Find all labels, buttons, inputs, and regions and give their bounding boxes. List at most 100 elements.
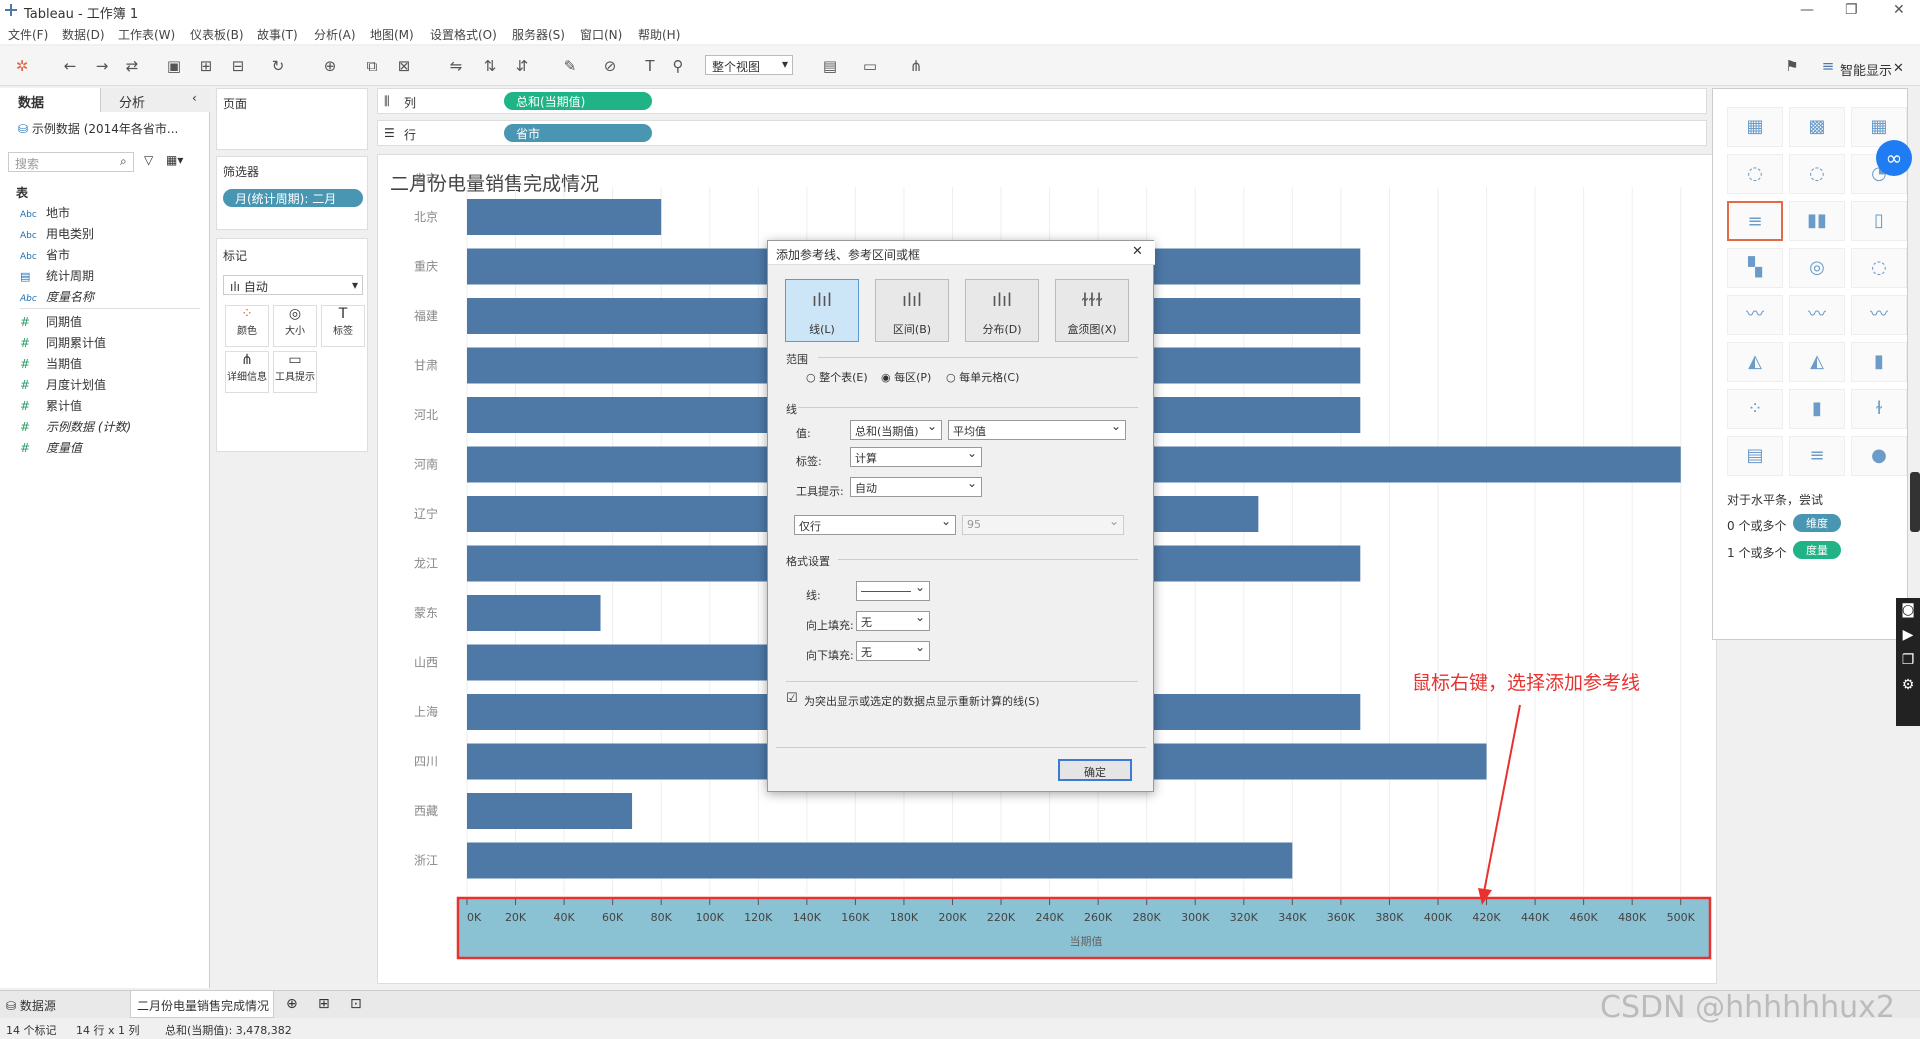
field-dim-province[interactable]: Abc 省市 [20, 246, 200, 267]
menu-help[interactable]: 帮助(H) [638, 26, 680, 43]
value-agg-select[interactable]: 平均值 [948, 419, 1126, 440]
datasource-item[interactable]: ⛁ 示例数据 (2014年各省市... [18, 120, 198, 137]
chart-type-thumbnail[interactable]: ◭ [1727, 342, 1783, 382]
group-icon[interactable]: ⊘ [600, 56, 620, 76]
type-line-button[interactable]: ılıl 线(L) [785, 279, 859, 342]
tooltip-icon[interactable]: ⚑ [1782, 56, 1802, 76]
swap-icon[interactable]: ⇋ [446, 56, 466, 76]
menu-story[interactable]: 故事(T) [257, 26, 298, 43]
chart-type-thumbnail[interactable]: ▮▮ [1789, 201, 1845, 241]
fill-below-select[interactable]: 无 [856, 640, 930, 661]
chart-type-thumbnail[interactable]: ▮ [1789, 389, 1845, 429]
menu-file[interactable]: 文件(F) [8, 26, 48, 43]
line-format-select[interactable] [856, 580, 930, 601]
ok-button[interactable]: 确定 [1058, 759, 1132, 781]
columns-shelf[interactable]: ⫼ 列 总和(当期值) [377, 88, 1707, 114]
field-dim-usage[interactable]: Abc 用电类别 [20, 225, 200, 246]
scope-cell-radio[interactable]: ○ 每单元格(C) [946, 369, 1019, 385]
show-cards-icon[interactable]: ▤ [820, 56, 840, 76]
chart-type-thumbnail[interactable]: ▮ [1851, 342, 1907, 382]
showme-label[interactable]: 智能显示 [1840, 60, 1892, 79]
chart-type-thumbnail[interactable]: ◭ [1789, 342, 1845, 382]
chart-type-thumbnail[interactable]: 〰 [1851, 295, 1907, 335]
replay-icon[interactable]: ⇄ [122, 56, 142, 76]
camera-icon[interactable]: ◙ [1896, 598, 1920, 623]
menu-analysis[interactable]: 分析(A) [314, 26, 356, 43]
duplicate-sheet-icon[interactable]: ⧉ [362, 56, 382, 76]
pin-icon[interactable]: ⚲ [668, 56, 688, 76]
label-button[interactable]: T 标签 [321, 305, 365, 347]
mark-type-select[interactable]: ılı 自动 ▾ [223, 275, 363, 295]
chart-type-thumbnail[interactable]: ◌ [1727, 154, 1783, 194]
save-icon[interactable]: ▣ [164, 56, 184, 76]
chart-type-thumbnail[interactable]: ≡ [1727, 201, 1783, 241]
floating-assistant-icon[interactable]: ∞ [1876, 140, 1912, 176]
value-field-select[interactable]: 总和(当期值) [850, 419, 942, 440]
chart-type-thumbnail[interactable]: ◌ [1851, 248, 1907, 288]
new-datasource-icon[interactable]: ⊞ [196, 56, 216, 76]
label-select[interactable]: 计算 [850, 446, 982, 467]
rows-pill[interactable]: 省市 [504, 124, 652, 142]
show-labels-icon[interactable]: T [640, 56, 660, 76]
chart-type-thumbnail[interactable]: 〰 [1727, 295, 1783, 335]
highlight-icon[interactable]: ✎ [560, 56, 580, 76]
new-sheet-icon[interactable]: ⊕ [320, 56, 340, 76]
chart-type-thumbnail[interactable]: ▦ [1727, 107, 1783, 147]
field-mea-count[interactable]: # 示例数据 (计数) [20, 418, 200, 439]
sort-asc-icon[interactable]: ⇅ [480, 56, 500, 76]
rows-shelf[interactable]: ☰ 行 省市 [377, 120, 1707, 146]
pause-icon[interactable]: ⊟ [228, 56, 248, 76]
chart-type-thumbnail[interactable]: ▤ [1727, 436, 1783, 476]
tab-data[interactable]: 数据 [0, 88, 100, 112]
filter-pill[interactable]: 月(统计周期): 二月 [223, 189, 363, 207]
showme-icon[interactable]: ≡ [1818, 56, 1838, 76]
sort-desc-icon[interactable]: ⇵ [512, 56, 532, 76]
menu-server[interactable]: 服务器(S) [512, 26, 565, 43]
presentation-icon[interactable]: ▭ [860, 56, 880, 76]
field-dim-city[interactable]: Abc 地市 [20, 204, 200, 225]
video-icon[interactable]: ▶ [1896, 623, 1920, 648]
field-mea-plan[interactable]: # 月度计划值 [20, 376, 200, 397]
undo-icon[interactable]: ← [60, 56, 80, 76]
sheet-tab-active[interactable]: 二月份电量销售完成情况 [130, 991, 274, 1018]
close-showme-icon[interactable]: ✕ [1893, 61, 1904, 76]
search-input[interactable]: 搜索 [8, 152, 134, 172]
side-handle[interactable] [1910, 472, 1920, 532]
new-story-icon[interactable]: ⊡ [350, 996, 362, 1012]
close-icon[interactable]: ✕ [1893, 2, 1905, 18]
ci-value-select[interactable]: 95 [962, 514, 1124, 535]
pages-card[interactable]: 页面 [216, 88, 368, 150]
field-mea-same-period[interactable]: # 同期值 [20, 313, 200, 334]
tableau-home-icon[interactable]: ✲ [12, 56, 32, 76]
menu-dashboard[interactable]: 仪表板(B) [190, 26, 244, 43]
menu-worksheet[interactable]: 工作表(W) [118, 26, 175, 43]
field-mea-same-cum[interactable]: # 同期累计值 [20, 334, 200, 355]
redo-icon[interactable]: → [92, 56, 112, 76]
field-mea-current[interactable]: # 当期值 [20, 355, 200, 376]
type-distribution-button[interactable]: ılıl 分布(D) [965, 279, 1039, 342]
chart-type-thumbnail[interactable]: ▩ [1789, 107, 1845, 147]
type-boxplot-button[interactable]: ɫɫɫ 盒须图(X) [1055, 279, 1129, 342]
chart-type-thumbnail[interactable]: ◌ [1789, 154, 1845, 194]
close-icon[interactable]: ✕ [1132, 244, 1143, 259]
settings-icon[interactable]: ⚙ [1896, 673, 1920, 698]
field-dim-period[interactable]: ▤ 统计周期 [20, 267, 200, 288]
color-button[interactable]: ⁘ 颜色 [225, 305, 269, 347]
chart-type-thumbnail[interactable]: ɫ [1851, 389, 1907, 429]
detail-button[interactable]: ⋔ 详细信息 [225, 351, 269, 393]
tooltip-button[interactable]: ▭ 工具提示 [273, 351, 317, 393]
chart-type-thumbnail[interactable]: ◎ [1789, 248, 1845, 288]
chart-type-thumbnail[interactable]: ▯ [1851, 201, 1907, 241]
columns-pill[interactable]: 总和(当期值) [504, 92, 652, 110]
view-size-select[interactable]: 整个视图 ▾ [705, 55, 793, 75]
type-band-button[interactable]: ılıl 区间(B) [875, 279, 949, 342]
field-mea-cum[interactable]: # 累计值 [20, 397, 200, 418]
scope-table-radio[interactable]: ○ 整个表(E) [806, 369, 868, 385]
menu-map[interactable]: 地图(M) [370, 26, 414, 43]
maximize-icon[interactable]: ❐ [1845, 2, 1858, 18]
recalc-checkbox[interactable]: ☑ [786, 691, 798, 706]
size-button[interactable]: ◎ 大小 [273, 305, 317, 347]
fill-above-select[interactable]: 无 [856, 610, 930, 631]
collapse-panel-icon[interactable]: ‹ [192, 91, 197, 105]
view-options-icon[interactable]: ▦▾ [166, 153, 183, 167]
